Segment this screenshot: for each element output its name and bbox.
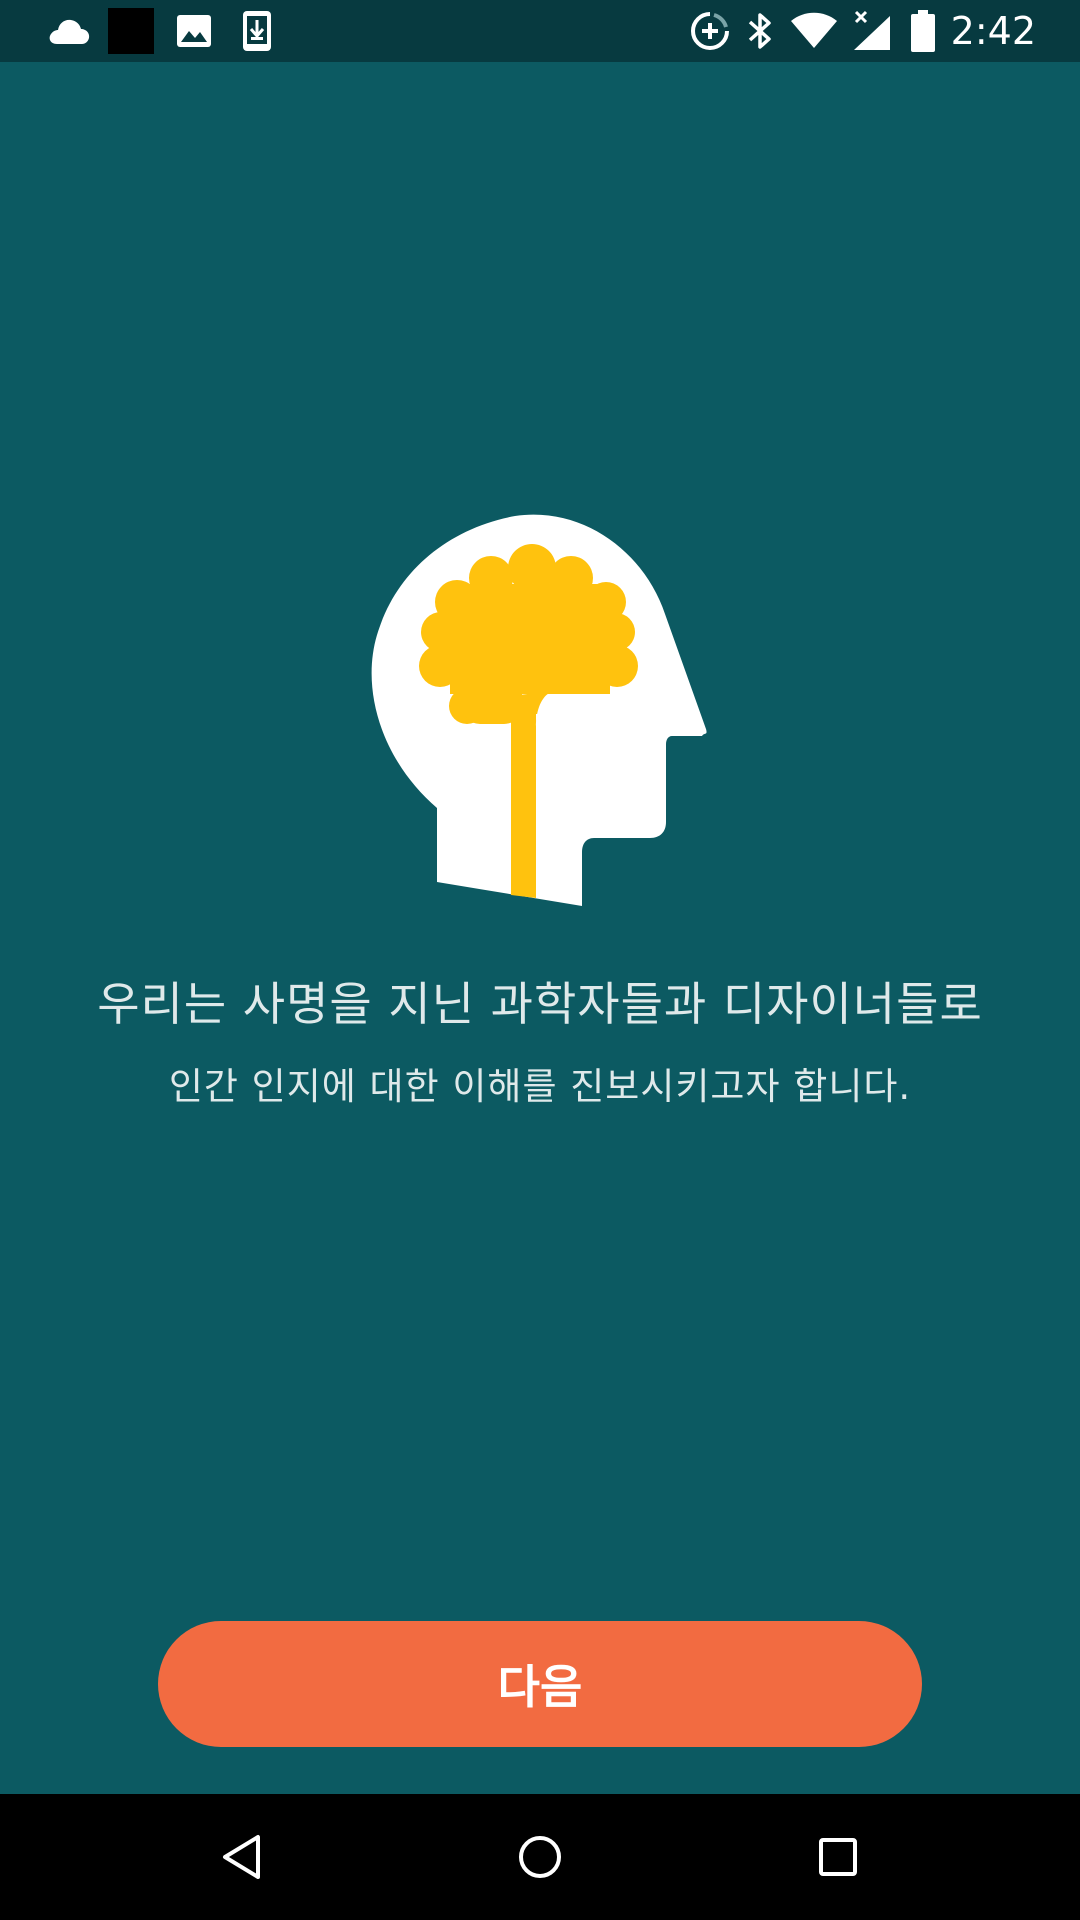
status-bar: 2:42 [0,0,1080,62]
data-saver-icon [690,9,730,53]
intro-headline: 우리는 사명을 지닌 과학자들과 디자이너들로 [97,977,983,1031]
black-square-icon [108,8,154,54]
navigation-bar [0,1794,1080,1920]
bluetooth-icon [745,9,775,53]
image-icon [176,9,212,53]
cloud-icon [46,9,92,53]
cell-signal-off-icon [852,9,892,53]
lumosity-head-logo [370,514,710,908]
download-icon [242,9,272,53]
next-button[interactable]: 다음 [158,1621,922,1747]
intro-subline: 인간 인지에 대한 이해를 진보시키고자 합니다. [168,1065,912,1108]
status-time: 2:42 [950,9,1036,53]
wifi-icon [790,9,838,53]
battery-icon [910,9,936,53]
back-icon[interactable] [212,1827,272,1887]
recents-icon[interactable] [808,1827,868,1887]
app-screen: 2:42 우리는 사명을 지닌 과학자들과 디자이너들로 인간 인지에 대한 이… [0,0,1080,1920]
home-icon[interactable] [510,1827,570,1887]
